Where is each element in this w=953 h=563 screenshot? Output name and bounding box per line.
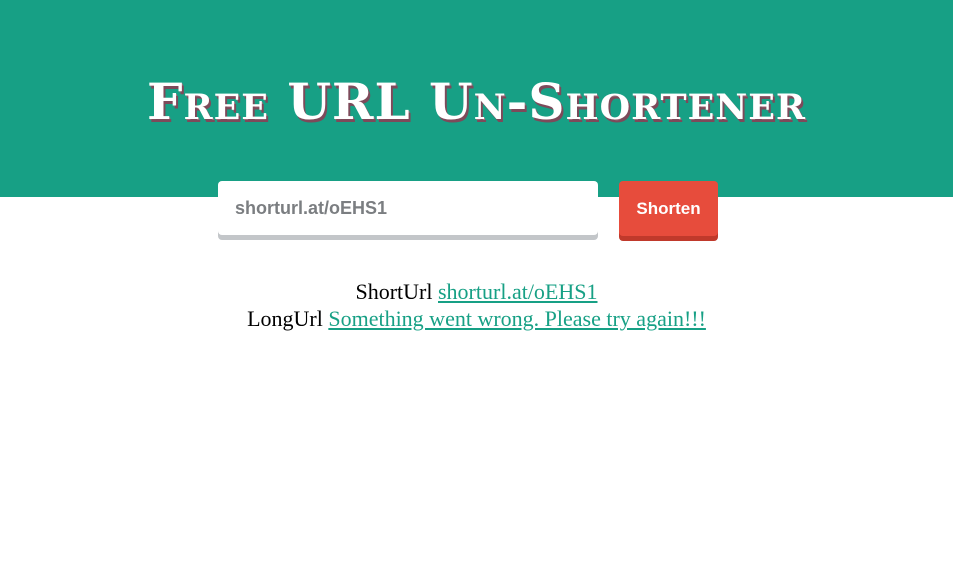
short-url-link[interactable]: shorturl.at/oEHS1 <box>438 279 598 304</box>
result-panel: ShortUrl shorturl.at/oEHS1 LongUrl Somet… <box>0 278 953 332</box>
header-banner: Free URL Un-Shortener <box>0 0 953 197</box>
long-url-link[interactable]: Something went wrong. Please try again!!… <box>328 306 706 331</box>
url-input[interactable] <box>218 181 598 235</box>
shorten-button[interactable]: Shorten <box>619 181 718 236</box>
short-url-row: ShortUrl shorturl.at/oEHS1 <box>0 278 953 305</box>
page-title: Free URL Un-Shortener <box>146 72 807 131</box>
long-url-label: LongUrl <box>247 306 323 331</box>
short-url-label: ShortUrl <box>355 279 433 304</box>
long-url-row: LongUrl Something went wrong. Please try… <box>0 305 953 332</box>
